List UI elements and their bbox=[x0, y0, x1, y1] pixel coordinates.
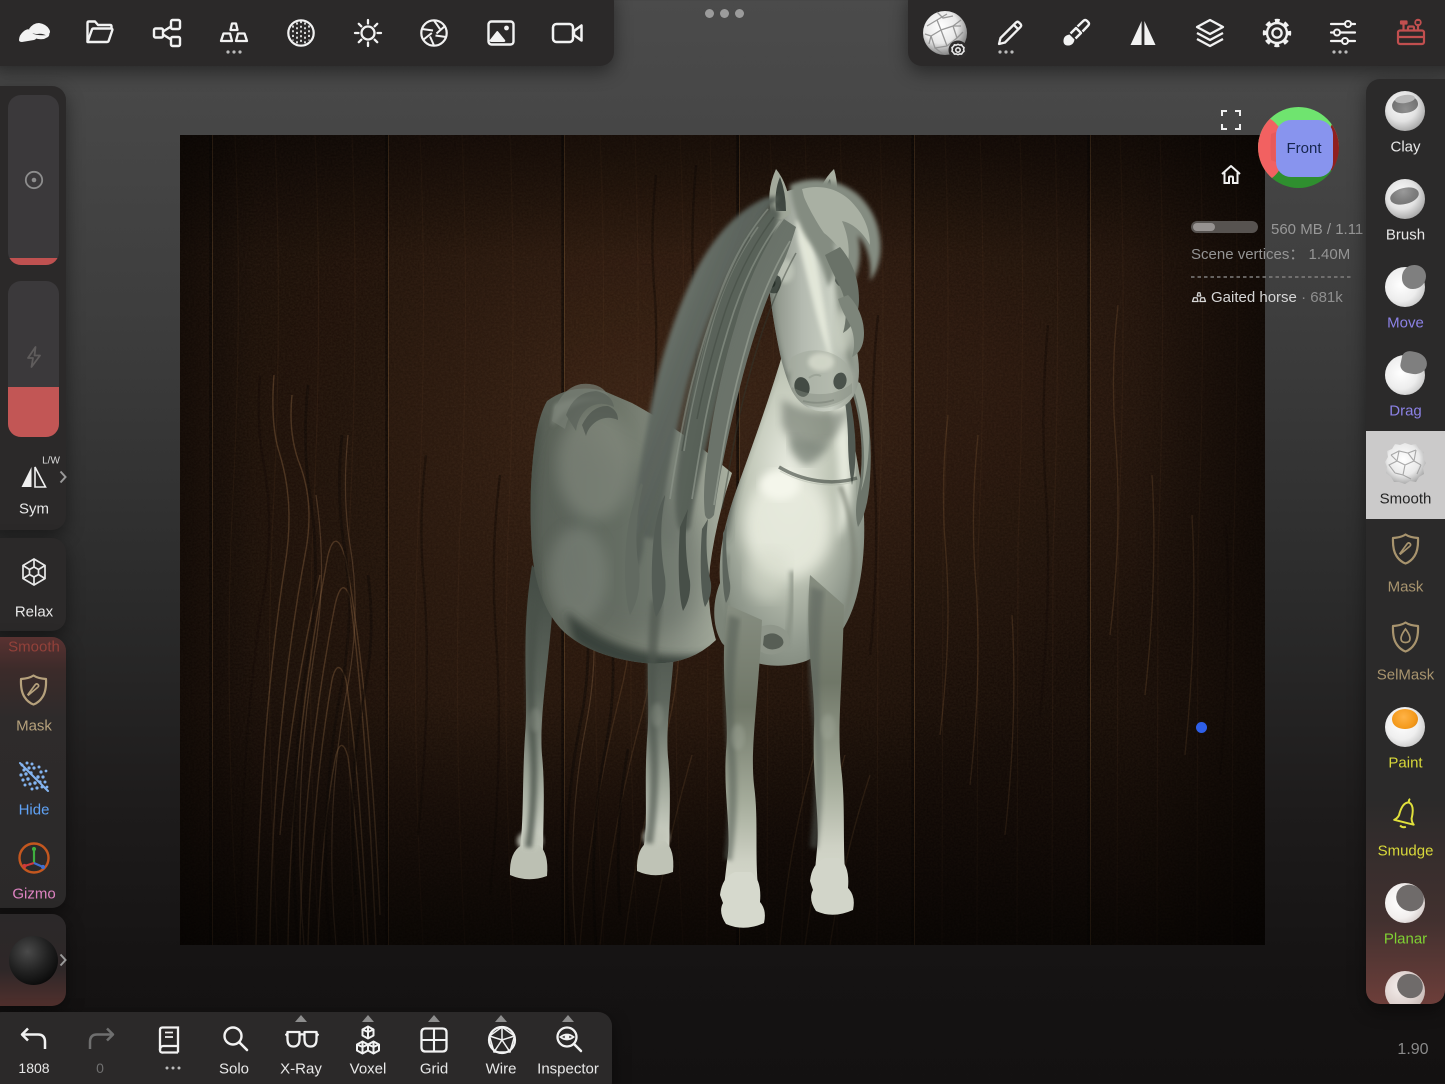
svg-text:Front: Front bbox=[1286, 140, 1322, 157]
